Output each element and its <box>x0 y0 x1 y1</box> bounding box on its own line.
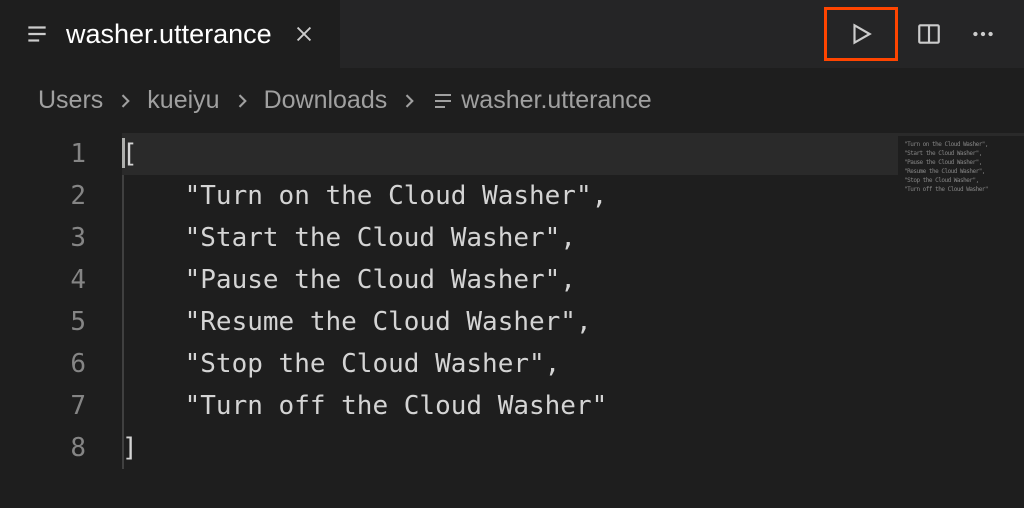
more-actions-button[interactable] <box>960 11 1006 57</box>
code-line[interactable]: [ <box>122 133 1024 175</box>
code-line[interactable]: "Stop the Cloud Washer", <box>122 343 1024 385</box>
code-line[interactable]: "Pause the Cloud Washer", <box>122 259 1024 301</box>
line-number: 7 <box>0 385 86 427</box>
line-number: 1 <box>0 133 86 175</box>
breadcrumb-segment[interactable]: kueiyu <box>147 86 219 115</box>
line-number: 4 <box>0 259 86 301</box>
code-editor[interactable]: 12345678 [ "Turn on the Cloud Washer", "… <box>0 133 1024 469</box>
code-line[interactable]: "Resume the Cloud Washer", <box>122 301 1024 343</box>
minimap-line: "Start the Cloud Washer", <box>904 149 1018 158</box>
file-icon <box>24 21 50 47</box>
run-button-highlight <box>824 7 898 61</box>
editor-tab[interactable]: washer.utterance <box>0 0 341 68</box>
chevron-right-icon <box>111 91 139 111</box>
tab-spacer <box>341 0 824 68</box>
tab-filename: washer.utterance <box>66 19 272 50</box>
breadcrumb-file[interactable]: washer.utterance <box>431 86 651 115</box>
line-number: 5 <box>0 301 86 343</box>
breadcrumb-segment[interactable]: Downloads <box>264 86 388 115</box>
close-tab-button[interactable] <box>288 18 320 50</box>
line-number: 3 <box>0 217 86 259</box>
split-editor-button[interactable] <box>906 11 952 57</box>
chevron-right-icon <box>395 91 423 111</box>
run-button[interactable] <box>838 11 884 57</box>
breadcrumb-filename: washer.utterance <box>461 86 651 115</box>
line-number: 8 <box>0 427 86 469</box>
minimap-line: "Turn on the Cloud Washer", <box>904 140 1018 149</box>
minimap-line: "Pause the Cloud Washer", <box>904 158 1018 167</box>
code-line[interactable]: "Start the Cloud Washer", <box>122 217 1024 259</box>
minimap-line: "Resume the Cloud Washer", <box>904 167 1018 176</box>
code-line[interactable]: "Turn off the Cloud Washer" <box>122 385 1024 427</box>
code-content[interactable]: [ "Turn on the Cloud Washer", "Start the… <box>122 133 1024 469</box>
line-number: 6 <box>0 343 86 385</box>
breadcrumb-segment[interactable]: Users <box>38 86 103 115</box>
breadcrumb: Users kueiyu Downloads washer.utterance <box>0 68 1024 133</box>
line-number-gutter: 12345678 <box>0 133 122 469</box>
code-line[interactable]: ] <box>122 427 1024 469</box>
code-line[interactable]: "Turn on the Cloud Washer", <box>122 175 1024 217</box>
tab-bar: washer.utterance <box>0 0 1024 68</box>
minimap-line: "Turn off the Cloud Washer" <box>904 185 1018 194</box>
file-icon <box>431 89 455 113</box>
minimap-line: "Stop the Cloud Washer", <box>904 176 1018 185</box>
line-number: 2 <box>0 175 86 217</box>
chevron-right-icon <box>228 91 256 111</box>
editor-toolbar <box>824 0 1024 68</box>
minimap[interactable]: "Turn on the Cloud Washer","Start the Cl… <box>898 136 1024 196</box>
